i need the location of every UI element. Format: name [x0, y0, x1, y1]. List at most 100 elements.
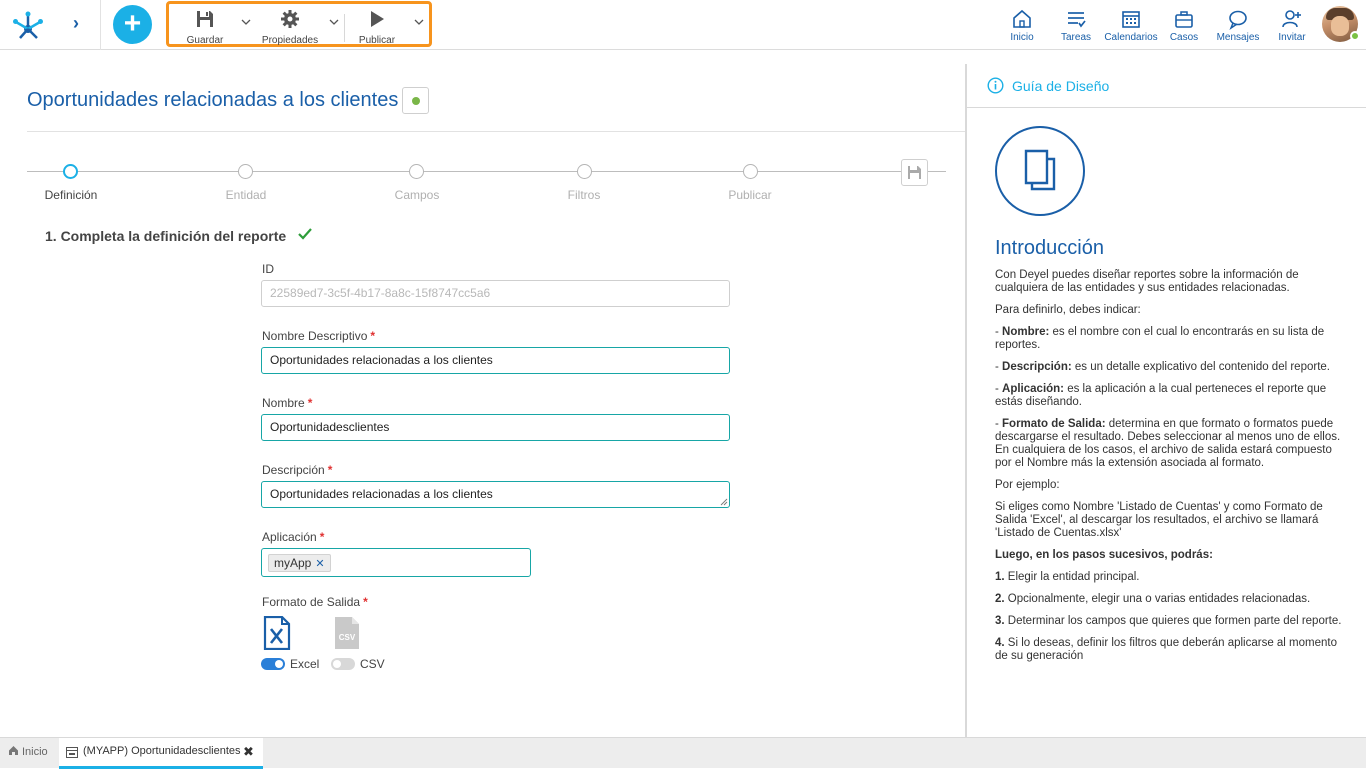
document-icon	[1024, 149, 1056, 191]
remove-tag-icon[interactable]: ✕	[315, 558, 324, 570]
publish-button[interactable]: Publicar	[349, 6, 405, 46]
home-icon	[1013, 9, 1031, 28]
nav-invite-label: Invitar	[1278, 32, 1306, 43]
divider	[100, 0, 101, 50]
step-label-definition[interactable]: Definición	[21, 188, 121, 202]
status-dot-icon	[412, 97, 420, 105]
check-icon	[298, 228, 312, 240]
bottom-tab-bar: Inicio (MYAPP) Oportunidadesclientes ✖	[0, 737, 1366, 769]
deyel-logo-icon[interactable]	[12, 9, 44, 41]
tasks-icon	[1068, 12, 1086, 28]
svg-text:CSV: CSV	[339, 633, 356, 642]
description-label: Descripción *	[262, 463, 333, 477]
save-label: Guardar	[186, 35, 224, 46]
home-icon	[9, 746, 18, 755]
floppy-disk-icon	[197, 11, 213, 27]
excel-file-icon[interactable]	[263, 616, 291, 650]
top-bar: › + Guardar Propiedades Publicar Inicio …	[0, 0, 1366, 50]
guide-step-2: 2. Opcionalmente, elegir una o varias en…	[995, 593, 1311, 605]
guide-paragraph: Con Deyel puedes diseñar reportes sobre …	[995, 269, 1299, 294]
step-label-fields[interactable]: Campos	[367, 188, 467, 202]
step-dot-fields[interactable]	[409, 164, 424, 179]
calendar-icon	[1122, 11, 1140, 28]
info-icon	[987, 77, 1004, 94]
step-label-filters[interactable]: Filtros	[534, 188, 634, 202]
publish-label: Publicar	[358, 35, 396, 46]
stepper-line	[27, 171, 946, 172]
step-label-publish[interactable]: Publicar	[700, 188, 800, 202]
add-button[interactable]: +	[113, 5, 152, 44]
report-designer: Oportunidades relacionadas a los cliente…	[0, 50, 965, 737]
nav-messages-label: Mensajes	[1216, 32, 1260, 43]
nav-tasks-label: Tareas	[1060, 32, 1091, 43]
guide-paragraph: Por ejemplo:	[995, 479, 1060, 491]
guide-item-format: - Formato de Salida: determina en que fo…	[995, 418, 1341, 469]
step-label-entity[interactable]: Entidad	[196, 188, 296, 202]
nav-cases[interactable]: Casos	[1166, 6, 1202, 46]
guide-next-steps: Luego, en los pasos sucesivos, podrás:	[995, 549, 1213, 561]
resize-grip-icon[interactable]	[720, 498, 728, 506]
application-tag: myApp ✕	[268, 554, 331, 572]
expand-menu-chevron-icon[interactable]: ›	[66, 14, 86, 34]
properties-dropdown-chevron-icon[interactable]	[329, 17, 339, 27]
excel-toggle[interactable]	[261, 658, 285, 670]
nav-home-label: Inicio	[1010, 32, 1034, 43]
nav-invite[interactable]: Invitar	[1274, 6, 1310, 46]
gear-icon	[281, 10, 299, 28]
step-dot-publish[interactable]	[743, 164, 758, 179]
tab-report-label: (MYAPP) Oportunidadesclientes	[83, 745, 241, 757]
nav-calendars-label: Calendarios	[1104, 32, 1158, 43]
design-guide-panel: Guía de Diseño Introducción Con Deyel pu…	[965, 64, 1366, 737]
name-label: Nombre *	[262, 396, 313, 410]
description-textarea[interactable]: Oportunidades relacionadas a los cliente…	[261, 481, 730, 508]
document-illustration	[995, 126, 1085, 216]
excel-label: Excel	[290, 657, 320, 671]
section-title: 1. Completa la definición del reporte	[45, 228, 287, 244]
guide-paragraph: Si eliges como Nombre 'Listado de Cuenta…	[995, 501, 1323, 539]
divider	[27, 131, 965, 132]
id-field: 22589ed7-3c5f-4b17-8a8c-15f8747cc5a6	[261, 280, 730, 307]
nav-tasks[interactable]: Tareas	[1057, 6, 1095, 46]
csv-toggle[interactable]	[331, 658, 355, 670]
step-dot-definition[interactable]	[63, 164, 78, 179]
save-dropdown-chevron-icon[interactable]	[241, 17, 251, 27]
guide-item-application: - Aplicación: es la aplicación a la cual…	[995, 383, 1327, 408]
step-save-button[interactable]	[901, 159, 928, 186]
nav-home[interactable]: Inicio	[1003, 6, 1041, 46]
guide-body: Con Deyel puedes diseñar reportes sobre …	[995, 269, 1345, 672]
descriptive-name-input[interactable]: Oportunidades relacionadas a los cliente…	[261, 347, 730, 374]
description-text: Oportunidades relacionadas a los cliente…	[270, 487, 493, 501]
output-format-label: Formato de Salida *	[262, 595, 368, 609]
tab-home-label: Inicio	[22, 746, 48, 758]
guide-step-4: 4. Si lo deseas, definir los filtros que…	[995, 637, 1337, 662]
name-input[interactable]: Oportunidadesclientes	[261, 414, 730, 441]
add-user-icon	[1282, 10, 1301, 28]
briefcase-icon	[1175, 11, 1193, 28]
guide-header[interactable]: Guía de Diseño	[967, 64, 1366, 108]
chat-bubble-icon	[1229, 10, 1247, 30]
status-badge[interactable]	[402, 87, 429, 114]
guide-step-1: 1. Elegir la entidad principal.	[995, 571, 1140, 583]
designer-toolbar: Guardar Propiedades Publicar	[166, 1, 432, 47]
guide-step-3: 3. Determinar los campos que quieres que…	[995, 615, 1342, 627]
save-button[interactable]: Guardar	[175, 6, 235, 46]
step-dot-entity[interactable]	[238, 164, 253, 179]
tab-home[interactable]: Inicio	[8, 745, 48, 758]
close-tab-icon[interactable]: ✖	[243, 744, 254, 760]
tab-report[interactable]: (MYAPP) Oportunidadesclientes ✖	[59, 738, 263, 769]
properties-label: Propiedades	[261, 35, 319, 46]
report-icon	[66, 747, 78, 758]
online-status-dot	[1350, 31, 1360, 41]
nav-messages[interactable]: Mensajes	[1215, 6, 1261, 46]
publish-dropdown-chevron-icon[interactable]	[414, 17, 424, 27]
application-select[interactable]: myApp ✕	[261, 548, 531, 577]
csv-label: CSV	[360, 657, 385, 671]
nav-calendars[interactable]: Calendarios	[1103, 6, 1159, 46]
id-label: ID	[262, 262, 274, 276]
floppy-disk-icon	[908, 166, 921, 179]
guide-heading: Introducción	[995, 237, 1104, 259]
guide-paragraph: Para definirlo, debes indicar:	[995, 304, 1141, 316]
properties-button[interactable]: Propiedades	[255, 6, 325, 46]
csv-file-icon[interactable]: CSV	[333, 616, 361, 650]
step-dot-filters[interactable]	[577, 164, 592, 179]
